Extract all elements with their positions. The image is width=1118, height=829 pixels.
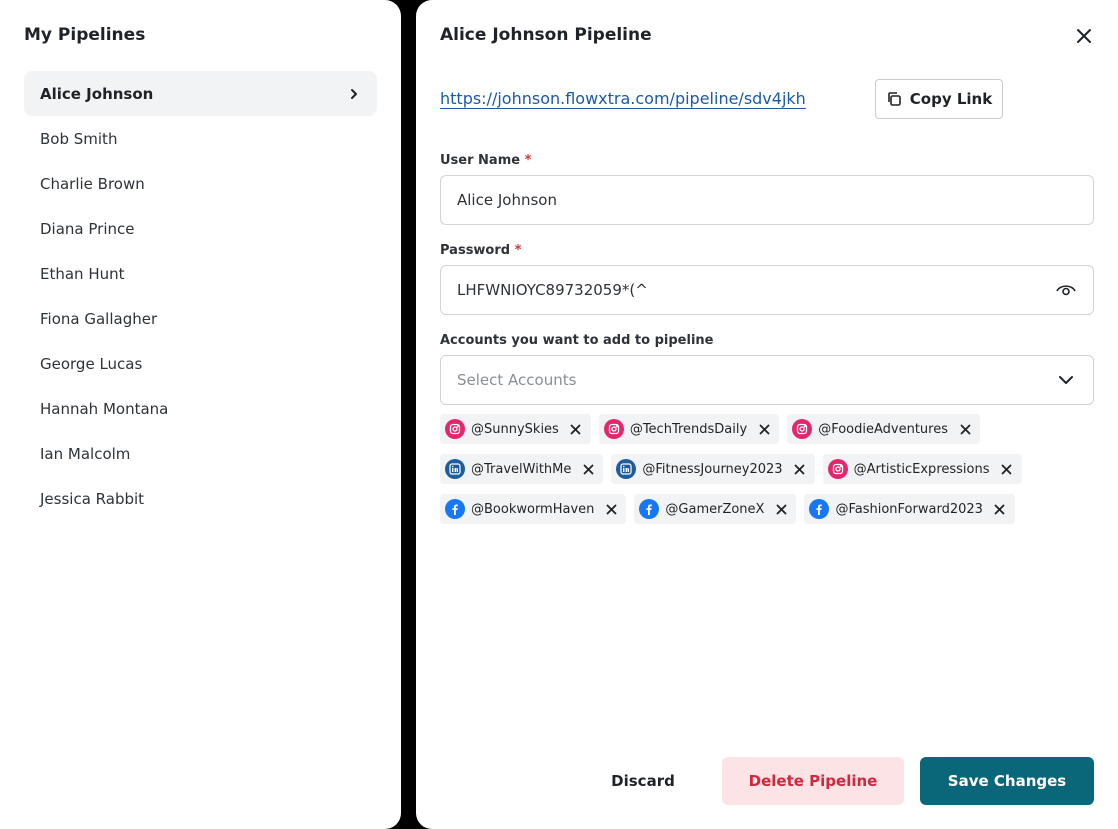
- remove-account-icon[interactable]: [757, 422, 771, 436]
- pipelines-sidebar: My Pipelines Alice Johnson Bob Smith Charl…: [0, 0, 401, 829]
- close-button[interactable]: [1073, 25, 1095, 47]
- account-chip: @GamerZoneX: [634, 494, 797, 524]
- password-value: LHFWNIOYC89732059*(^: [457, 281, 648, 299]
- show-password-toggle[interactable]: [1055, 279, 1077, 301]
- pipeline-item-label: Alice Johnson: [40, 84, 154, 103]
- save-changes-button[interactable]: Save Changes: [920, 757, 1094, 805]
- pipeline-item[interactable]: Jessica Rabbit: [24, 476, 377, 521]
- linkedin-icon: [445, 459, 465, 479]
- account-handle: @FashionForward2023: [835, 501, 983, 517]
- account-chip: @FitnessJourney2023: [611, 454, 815, 484]
- account-handle: @ArtisticExpressions: [853, 461, 990, 477]
- dialog-title: Alice Johnson Pipeline: [440, 25, 652, 45]
- password-input[interactable]: LHFWNIOYC89732059*(^: [440, 265, 1094, 315]
- sidebar-title: My Pipelines: [24, 25, 146, 45]
- pipeline-link[interactable]: https://johnson.flowxtra.com/pipeline/sd…: [440, 89, 806, 108]
- remove-account-icon[interactable]: [581, 462, 595, 476]
- linkedin-icon: [616, 459, 637, 479]
- account-handle: @FitnessJourney2023: [642, 461, 783, 477]
- account-handle: @TechTrendsDaily: [629, 421, 748, 437]
- pipeline-item[interactable]: Hannah Montana: [24, 386, 377, 431]
- pipeline-list: Alice Johnson Bob Smith Charlie Brown Diana…: [24, 71, 377, 521]
- account-chip: @FoodieAdventures: [787, 414, 980, 444]
- remove-account-icon[interactable]: [569, 422, 583, 436]
- account-chip: @SunnySkies: [440, 414, 591, 444]
- close-icon: [1077, 29, 1091, 43]
- pipeline-item-label: Ethan Hunt: [40, 264, 125, 283]
- delete-pipeline-button[interactable]: Delete Pipeline: [722, 757, 904, 805]
- account-handle: @GamerZoneX: [665, 501, 765, 517]
- remove-account-icon[interactable]: [604, 502, 618, 516]
- instagram-icon: [603, 419, 624, 439]
- account-chip: @BookwormHaven: [440, 494, 627, 524]
- facebook-icon: [639, 499, 660, 519]
- accounts-placeholder: Select Accounts: [457, 371, 577, 389]
- facebook-icon: [445, 499, 465, 519]
- eye-icon: [1056, 285, 1076, 296]
- pipeline-item-label: Ian Malcolm: [40, 444, 131, 463]
- account-handle: @BookwormHaven: [471, 501, 595, 517]
- chevron-right-icon: [347, 87, 361, 101]
- account-handle: @TravelWithMe: [471, 461, 572, 477]
- pipeline-item-label: Jessica Rabbit: [40, 489, 145, 508]
- pipeline-item-label: Hannah Montana: [40, 399, 169, 418]
- chip-row: @SunnySkies @TechTrendsDaily @FoodieAdvent…: [440, 414, 1094, 444]
- pipeline-item[interactable]: Bob Smith: [24, 116, 377, 161]
- dropdown-toggle[interactable]: [1055, 369, 1077, 391]
- remove-account-icon[interactable]: [793, 462, 807, 476]
- pipeline-item-label: Bob Smith: [40, 129, 118, 148]
- remove-account-icon[interactable]: [774, 502, 788, 516]
- pipeline-dialog: Alice Johnson Pipeline https://johnson.f…: [416, 0, 1118, 829]
- pipeline-item[interactable]: Ethan Hunt: [24, 251, 377, 296]
- pipeline-item[interactable]: Fiona Gallagher: [24, 296, 377, 341]
- selected-accounts: @SunnySkies @TechTrendsDaily @FoodieAdvent…: [440, 414, 1094, 534]
- pipeline-item[interactable]: Ian Malcolm: [24, 431, 377, 476]
- chip-row: @BookwormHaven @GamerZoneX @FashionForward…: [440, 494, 1094, 524]
- pipeline-item[interactable]: Charlie Brown: [24, 161, 377, 206]
- chip-row: @TravelWithMe @FitnessJourney2023 @Artisti…: [440, 454, 1094, 484]
- pipeline-item-label: Diana Prince: [40, 219, 135, 238]
- instagram-icon: [792, 419, 813, 439]
- remove-account-icon[interactable]: [958, 422, 972, 436]
- account-chip: @FashionForward2023: [804, 494, 1015, 524]
- password-label: Password *: [440, 243, 522, 258]
- discard-button[interactable]: Discard: [592, 757, 694, 805]
- pipeline-item[interactable]: George Lucas: [24, 341, 377, 386]
- accounts-label: Accounts you want to add to pipeline: [440, 333, 714, 348]
- pipeline-item-label: Fiona Gallagher: [40, 309, 158, 328]
- account-chip: @TechTrendsDaily: [598, 414, 780, 444]
- username-value: Alice Johnson: [457, 191, 557, 209]
- copy-icon: [887, 92, 901, 106]
- facebook-icon: [809, 499, 830, 519]
- account-handle: @SunnySkies: [471, 421, 559, 437]
- chevron-down-icon: [1059, 376, 1073, 384]
- account-chip: @TravelWithMe: [440, 454, 604, 484]
- copy-link-label: Copy Link: [909, 90, 993, 108]
- remove-account-icon[interactable]: [993, 502, 1007, 516]
- pipeline-item-label: George Lucas: [40, 354, 143, 373]
- pipeline-item[interactable]: Alice Johnson: [24, 71, 377, 116]
- account-handle: @FoodieAdventures: [818, 421, 948, 437]
- remove-account-icon[interactable]: [1000, 462, 1014, 476]
- copy-link-button[interactable]: Copy Link: [875, 79, 1003, 119]
- instagram-icon: [827, 459, 848, 479]
- pipeline-item-label: Charlie Brown: [40, 174, 145, 193]
- instagram-icon: [445, 419, 465, 439]
- accounts-select[interactable]: Select Accounts: [440, 355, 1094, 405]
- pipeline-item[interactable]: Diana Prince: [24, 206, 377, 251]
- username-input[interactable]: Alice Johnson: [440, 175, 1094, 225]
- username-label: User Name *: [440, 153, 532, 168]
- account-chip: @ArtisticExpressions: [822, 454, 1022, 484]
